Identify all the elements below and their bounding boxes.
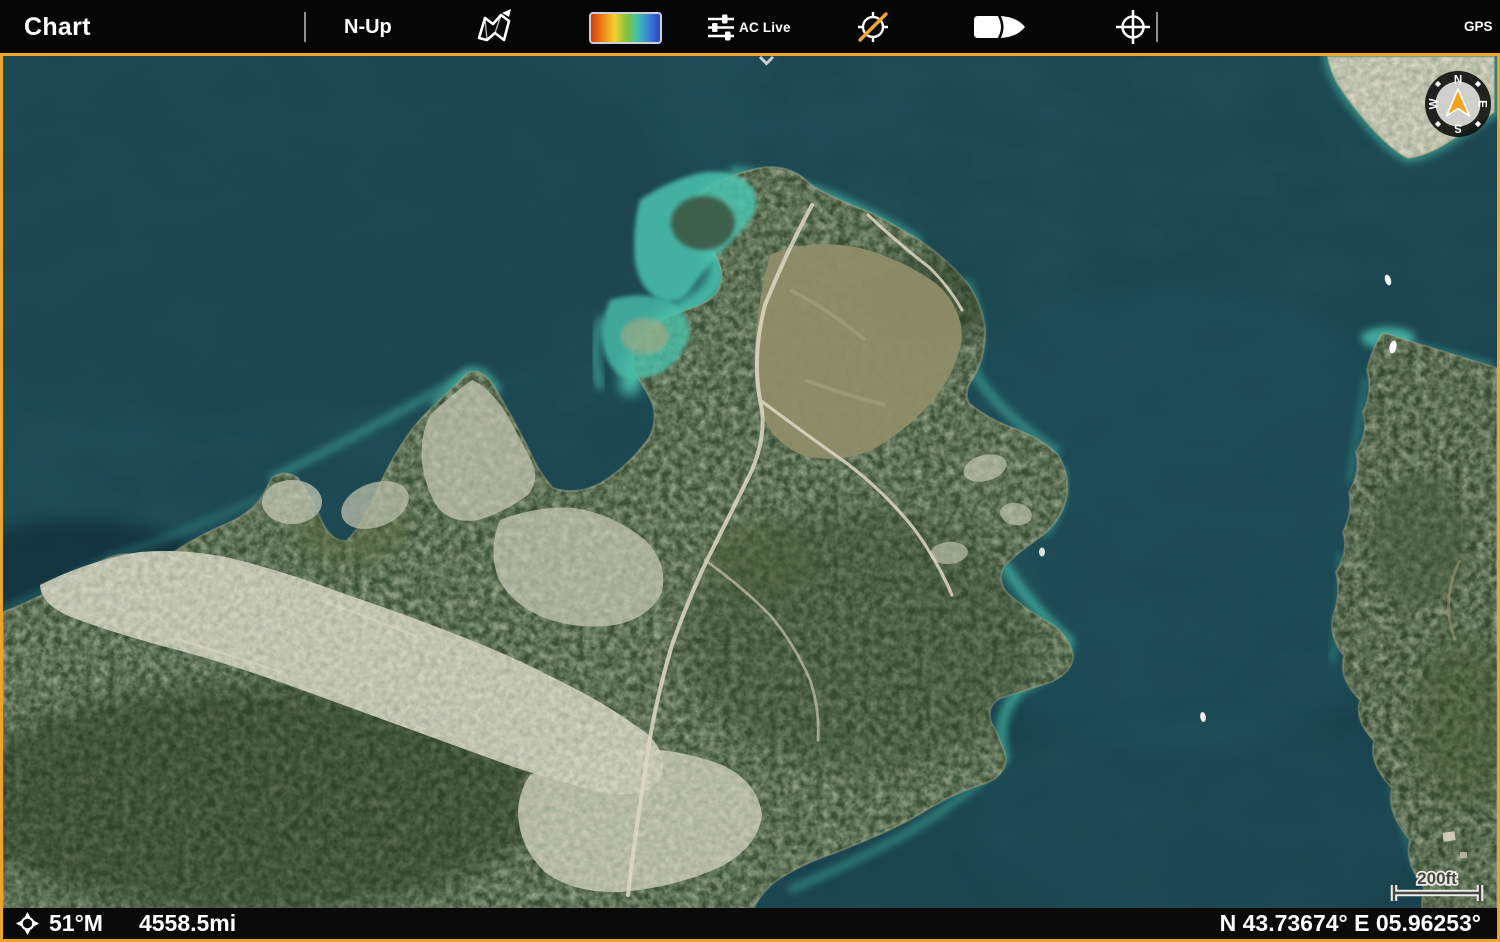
- compass-west-label: W: [1429, 98, 1441, 109]
- page-title: Chart: [24, 13, 91, 42]
- top-toolbar: Chart N-Up AC Live: [0, 0, 1500, 53]
- vessel-button[interactable]: [972, 14, 1028, 40]
- compass-north-label: N: [1454, 75, 1462, 87]
- chart-source-button[interactable]: [472, 7, 516, 47]
- cursor-target-button[interactable]: [1114, 8, 1152, 46]
- boat-icon: [972, 14, 1028, 40]
- chartplotter-screen: { "topbar": { "title": "Chart", "orienta…: [0, 0, 1500, 942]
- chart-pen-icon: [472, 7, 516, 47]
- compass-east-label: E: [1475, 100, 1487, 108]
- waypoint-toggle-button[interactable]: [854, 8, 892, 46]
- orientation-north-up-button[interactable]: N-Up: [344, 16, 392, 39]
- coordinates-readout: N 43.73674° E 05.96253°: [1220, 910, 1485, 937]
- scale-label: 200ft: [1417, 869, 1457, 888]
- ac-live-label: AC Live: [739, 20, 791, 35]
- bearing-compass-icon: [15, 911, 40, 936]
- toolbar-divider: [1156, 12, 1158, 42]
- waypoint-disabled-icon: [854, 8, 892, 46]
- toolbar-divider: [304, 12, 306, 42]
- gps-status-label: GPS: [1464, 19, 1493, 34]
- status-bar: 51°M 4558.5mi N 43.73674° E 05.96253°: [3, 908, 1497, 939]
- heading-readout: 51°M: [49, 910, 103, 937]
- palette-gradient-swatch[interactable]: [589, 12, 662, 44]
- distance-readout: 4558.5mi: [139, 910, 236, 937]
- ac-live-button[interactable]: AC Live: [706, 8, 791, 46]
- compass-rose: N E S W: [1425, 71, 1491, 137]
- ac-live-sliders-icon: [706, 8, 736, 46]
- target-crosshair-icon: [1114, 8, 1152, 46]
- compass-south-label: S: [1454, 121, 1462, 133]
- chart-map-frame: N E S W 200ft 51°M 4558.5mi N 43.73674° …: [0, 53, 1500, 942]
- satellite-chart-map[interactable]: N E S W 200ft: [3, 56, 1497, 939]
